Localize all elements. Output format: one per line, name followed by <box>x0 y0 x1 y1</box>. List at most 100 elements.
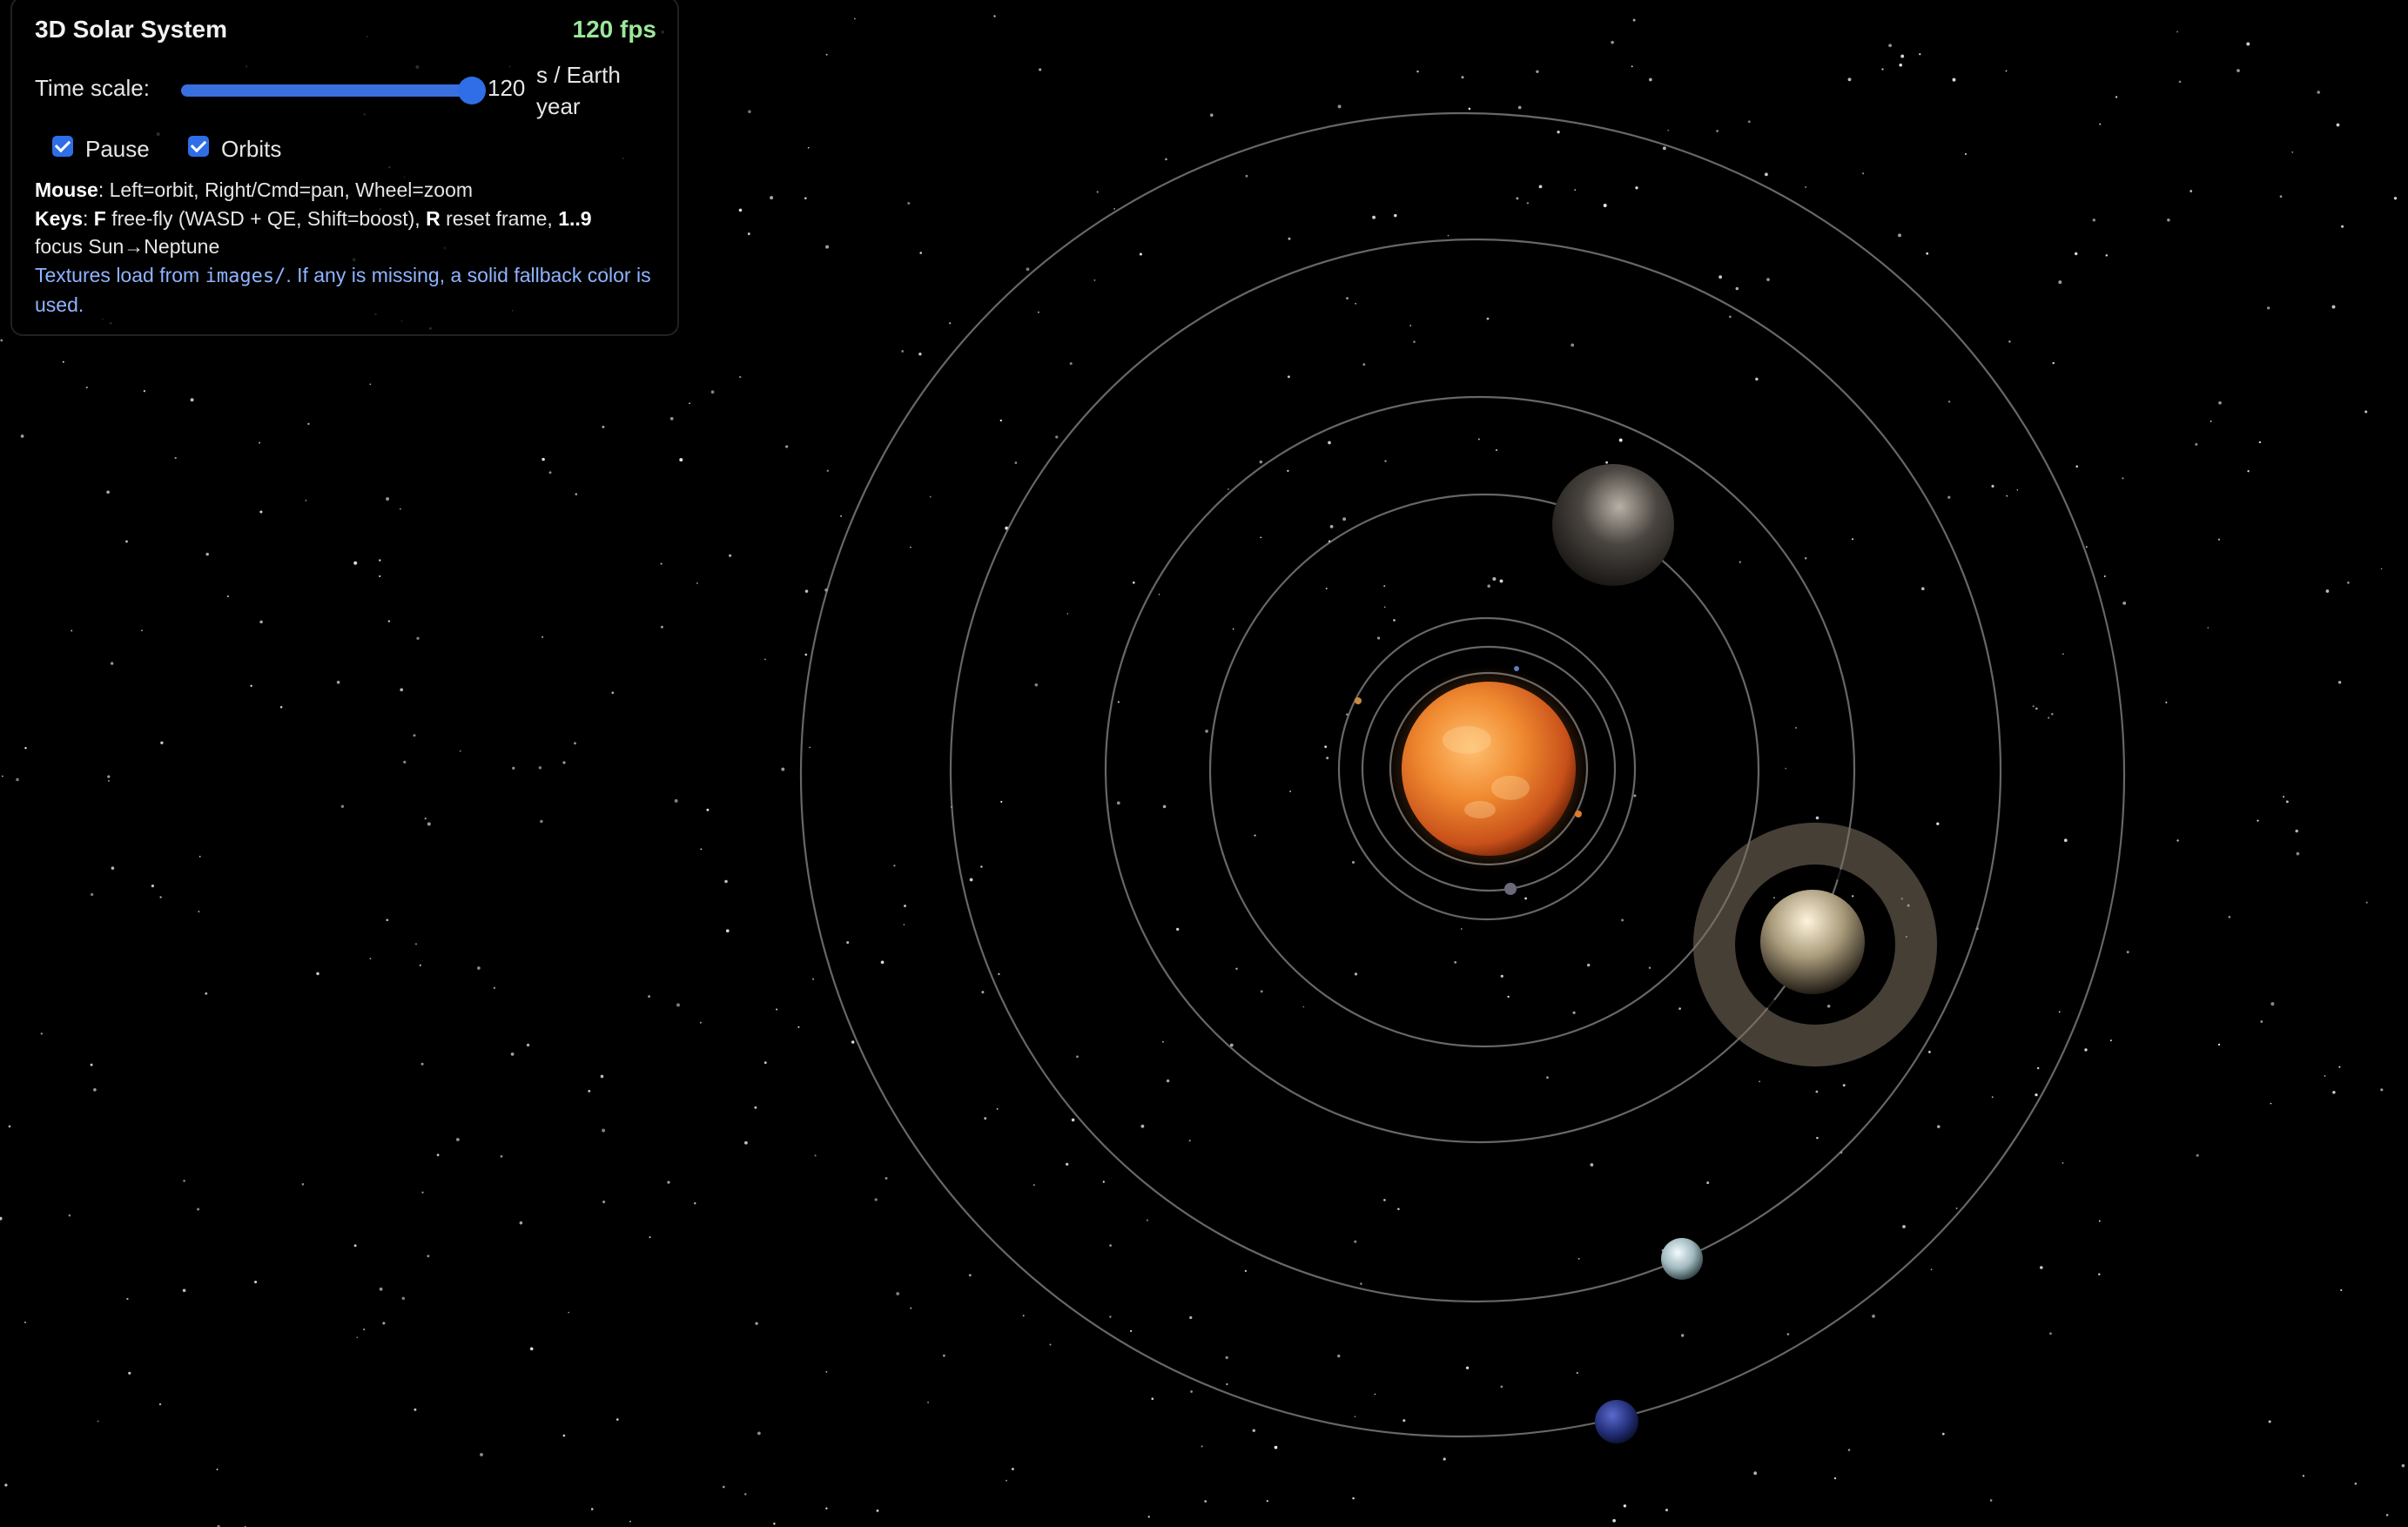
toggle-row: Pause Orbits <box>35 132 656 167</box>
star <box>2236 69 2240 72</box>
star <box>8 1125 11 1128</box>
textures-note: Textures load from images/. If any is mi… <box>35 261 662 320</box>
star <box>1786 1333 1790 1335</box>
star <box>1109 1315 1112 1318</box>
star <box>722 1485 725 1489</box>
star <box>386 497 390 501</box>
star <box>575 493 578 495</box>
star <box>1847 1449 1851 1451</box>
star <box>1989 1499 1993 1502</box>
pause-label[interactable]: Pause <box>85 136 150 163</box>
star <box>1032 1184 1035 1187</box>
star <box>1487 584 1490 588</box>
time-scale-slider-thumb[interactable] <box>458 77 486 104</box>
orbits-label[interactable]: Orbits <box>221 136 281 163</box>
star <box>1572 1011 1576 1014</box>
star <box>1362 363 1366 366</box>
star <box>1833 1477 1837 1480</box>
star <box>216 1468 219 1470</box>
star <box>1162 1040 1164 1043</box>
star <box>2084 1048 2088 1052</box>
star <box>2338 1066 2341 1068</box>
star <box>2006 494 2008 497</box>
star <box>2218 400 2222 405</box>
star <box>1612 1518 1616 1523</box>
star <box>1804 556 1807 560</box>
star <box>744 1140 748 1145</box>
star <box>812 978 814 980</box>
star <box>356 1336 359 1339</box>
star <box>1354 1240 1357 1243</box>
star <box>1139 252 1142 256</box>
star <box>456 1138 460 1141</box>
orbits-checkbox[interactable] <box>188 136 209 157</box>
star <box>1260 536 1262 539</box>
star <box>901 350 905 353</box>
star <box>1795 727 1797 729</box>
star <box>97 1420 99 1423</box>
star <box>825 1507 828 1510</box>
star <box>421 1191 424 1194</box>
star <box>1190 1390 1193 1393</box>
star <box>336 680 340 684</box>
star <box>600 1074 604 1079</box>
star <box>648 995 650 998</box>
star <box>679 458 683 462</box>
star <box>568 1311 570 1314</box>
star <box>512 766 515 770</box>
star <box>2332 1091 2336 1094</box>
star <box>1739 561 1742 563</box>
star <box>2258 441 2262 444</box>
star <box>1443 1457 1446 1461</box>
star <box>424 817 427 820</box>
star <box>739 375 742 379</box>
star <box>1759 1080 1760 1083</box>
mouse-help-text: : Left=orbit, Right/Cmd=pan, Wheel=zoom <box>98 178 474 201</box>
star <box>876 1509 879 1512</box>
star <box>1816 1136 1819 1140</box>
star <box>413 734 416 737</box>
star <box>969 878 973 882</box>
star <box>1888 44 1892 48</box>
star <box>2341 225 2344 228</box>
star <box>1354 972 1358 976</box>
star <box>1225 1355 1228 1360</box>
star <box>984 1117 987 1120</box>
star <box>1557 131 1560 134</box>
earth <box>1575 811 1582 817</box>
star <box>369 958 372 960</box>
star <box>1287 469 1289 473</box>
time-scale-row: Time scale: 120 s / Earth year <box>35 59 656 120</box>
jupiter <box>1552 464 1674 586</box>
star <box>993 15 996 17</box>
star <box>757 1431 761 1436</box>
star <box>1351 860 1355 864</box>
star <box>1920 587 1925 591</box>
star <box>1538 185 1543 189</box>
star <box>2331 305 2336 309</box>
star <box>4 1483 8 1487</box>
star <box>1947 400 1951 403</box>
star <box>1965 153 1967 155</box>
star <box>106 490 110 494</box>
star <box>1678 1007 1681 1010</box>
star <box>1773 897 1775 899</box>
star <box>2058 280 2062 285</box>
star <box>729 554 732 557</box>
star <box>427 1255 430 1258</box>
venus <box>1355 697 1362 704</box>
star <box>205 552 209 556</box>
time-scale-slider[interactable] <box>181 84 468 97</box>
star <box>1228 488 1229 490</box>
star <box>510 1053 515 1056</box>
star <box>1355 302 1357 305</box>
star <box>340 804 345 808</box>
star <box>1416 70 1419 73</box>
star <box>1955 1207 1958 1209</box>
star <box>1842 1084 1846 1087</box>
star <box>1026 267 1030 272</box>
star <box>1151 1397 1154 1401</box>
star <box>500 1154 503 1158</box>
star <box>1022 1315 1025 1317</box>
pause-checkbox[interactable] <box>52 136 73 157</box>
